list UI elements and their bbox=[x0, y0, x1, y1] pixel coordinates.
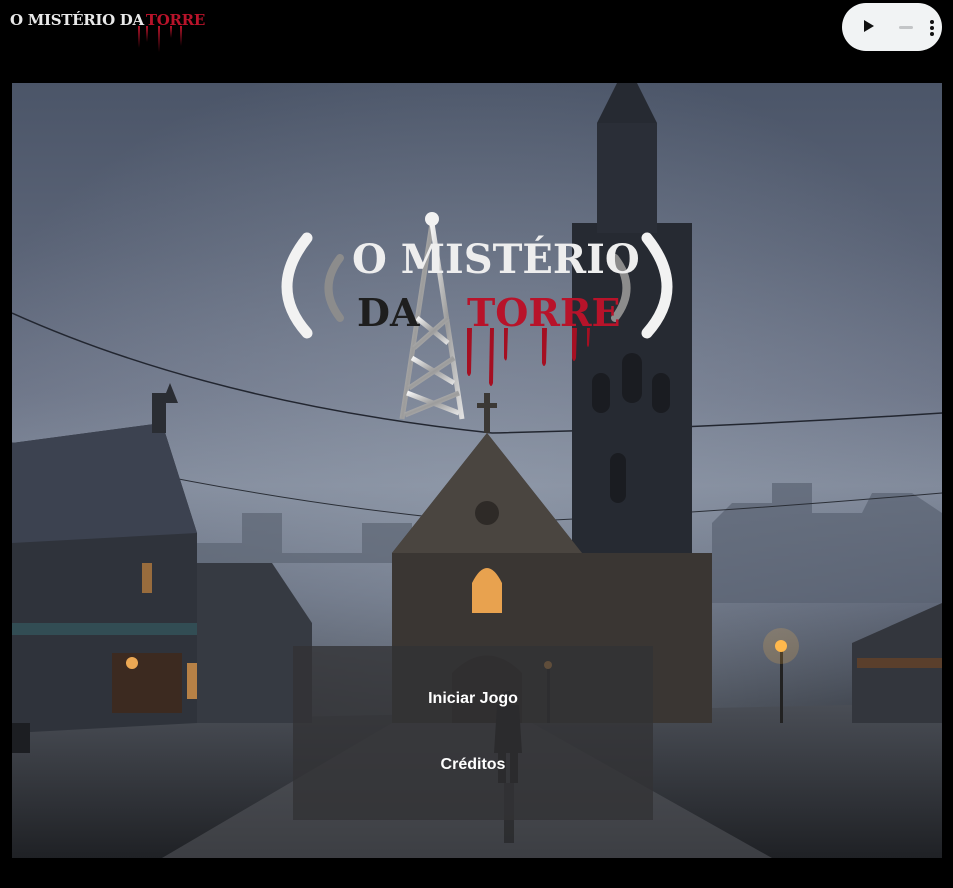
audio-player[interactable] bbox=[842, 3, 942, 51]
title-line-2a: DA bbox=[357, 290, 420, 335]
blood-drips-icon bbox=[138, 26, 182, 52]
main-menu: Iniciar Jogo Créditos bbox=[293, 646, 653, 820]
credits-button[interactable]: Créditos bbox=[293, 756, 653, 774]
start-game-button[interactable]: Iniciar Jogo bbox=[293, 690, 653, 708]
signal-wave-icon bbox=[281, 232, 313, 339]
volume-icon[interactable] bbox=[899, 26, 913, 29]
play-icon[interactable] bbox=[864, 20, 874, 32]
blood-drips-icon bbox=[467, 328, 590, 386]
header-logo: O MISTÉRIO DA TORRE bbox=[10, 6, 205, 52]
signal-wave-icon bbox=[641, 232, 673, 339]
more-options-icon[interactable] bbox=[930, 20, 934, 36]
title-line-1: O MISTÉRIO bbox=[352, 236, 640, 283]
